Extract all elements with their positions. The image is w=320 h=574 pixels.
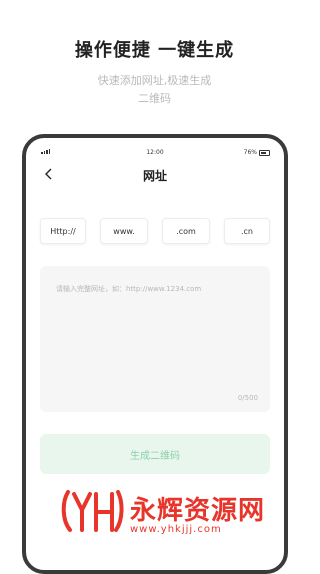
chip-com[interactable]: .com xyxy=(162,218,210,244)
nav-bar: 网址 xyxy=(26,164,284,186)
promo-title: 操作便捷 一键生成 xyxy=(74,40,235,61)
watermark-text: 永辉资源网 xyxy=(130,496,266,526)
chip-http[interactable]: Http:// xyxy=(40,218,86,244)
battery-indicator: 76% xyxy=(244,149,270,156)
promo-subtitle-line1: 快速添加网址,极速生成 xyxy=(97,74,212,87)
watermark-logo-icon xyxy=(61,490,124,532)
status-bar: 12:00 76% xyxy=(26,148,284,158)
battery-level: 76% xyxy=(243,149,257,156)
chip-www[interactable]: www. xyxy=(100,218,148,244)
chip-cn[interactable]: .cn xyxy=(224,218,270,244)
url-prefix-chips: Http:// www. .com .cn xyxy=(40,218,270,244)
promo-subtitle-line2: 二维码 xyxy=(138,92,171,105)
url-input[interactable]: 请输入完整网址，如：http://www.1234.com 0/500 xyxy=(40,266,270,412)
watermark: 永辉资源网 www.yhkjjj.com xyxy=(60,486,300,542)
page-title: 网址 xyxy=(142,169,167,183)
url-input-placeholder: 请输入完整网址，如：http://www.1234.com xyxy=(56,285,202,293)
watermark-url: www.yhkjjj.com xyxy=(130,524,222,535)
char-counter: 0/500 xyxy=(237,394,258,402)
generate-qr-button[interactable]: 生成二维码 xyxy=(40,434,270,474)
battery-icon xyxy=(259,149,270,156)
promo-subtitle: 快速添加网址,极速生成 二维码 xyxy=(0,72,309,108)
